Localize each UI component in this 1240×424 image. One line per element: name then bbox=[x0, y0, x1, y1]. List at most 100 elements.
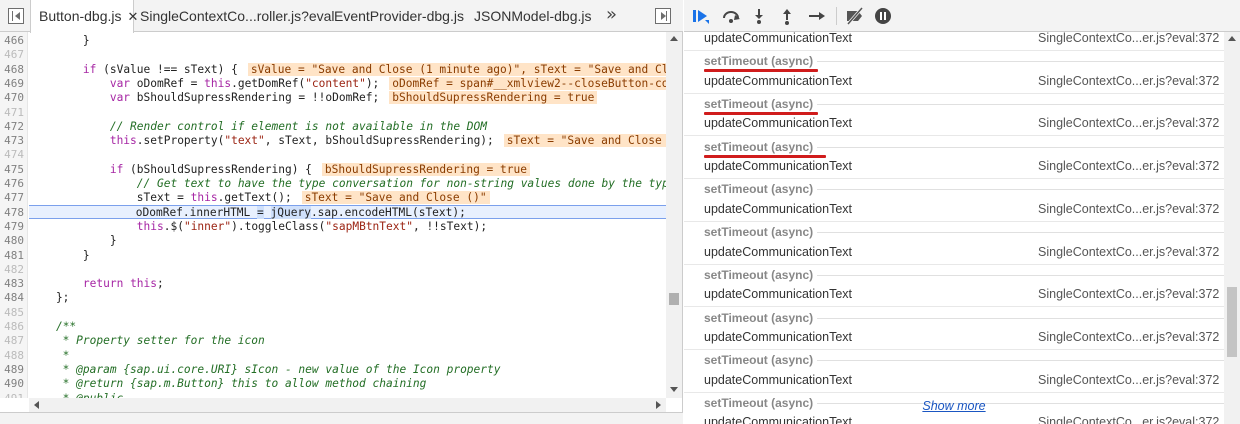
tab-jsonmodel-dbg-js[interactable]: JSONModel-dbg.js bbox=[474, 0, 592, 32]
line-number[interactable]: 480 bbox=[4, 234, 24, 248]
call-frame-location[interactable]: SingleContextCo...er.js?eval:372 bbox=[1038, 74, 1219, 88]
code-line: } bbox=[29, 34, 90, 47]
call-frame[interactable]: updateCommunicationText SingleContextCo..… bbox=[684, 73, 1224, 94]
line-number[interactable]: 485 bbox=[4, 306, 24, 320]
line-number[interactable]: 474 bbox=[4, 148, 24, 162]
async-label: setTimeout (async) bbox=[704, 97, 818, 112]
async-label: setTimeout (async) bbox=[704, 395, 818, 410]
line-number[interactable]: 491 bbox=[4, 392, 24, 399]
line-number[interactable]: 476 bbox=[4, 177, 24, 191]
line-number[interactable]: 487 bbox=[4, 334, 24, 348]
scroll-thumb[interactable] bbox=[1227, 287, 1237, 357]
more-tabs-button[interactable]: » bbox=[606, 0, 617, 30]
scroll-down-arrow-icon[interactable] bbox=[670, 387, 678, 392]
step-icon[interactable] bbox=[806, 6, 828, 26]
call-frame-location[interactable]: SingleContextCo...er.js?eval:372 bbox=[1038, 330, 1219, 344]
call-frame-location[interactable]: SingleContextCo...er.js?eval:372 bbox=[1038, 202, 1219, 216]
editor-horizontal-scrollbar[interactable] bbox=[29, 398, 666, 412]
line-number[interactable]: 477 bbox=[4, 191, 24, 205]
scroll-up-arrow-icon[interactable] bbox=[670, 36, 678, 41]
line-number[interactable]: 469 bbox=[4, 77, 24, 91]
call-frame[interactable]: updateCommunicationText SingleContextCo..… bbox=[684, 372, 1224, 393]
code-line: var oDomRef = this.getDomRef("content");… bbox=[29, 76, 666, 91]
call-frame[interactable]: updateCommunicationText SingleContextCo..… bbox=[684, 286, 1224, 308]
code-line: }; bbox=[29, 291, 70, 305]
tab-button-dbg-js[interactable]: Button-dbg.js ✕ bbox=[30, 0, 138, 33]
debugger-toolbar bbox=[684, 0, 1240, 32]
deactivate-breakpoints-icon[interactable] bbox=[844, 6, 866, 26]
call-frame[interactable]: updateCommunicationText SingleContextCo..… bbox=[684, 201, 1224, 222]
line-number[interactable]: 468 bbox=[4, 63, 24, 77]
code-line: if (bShouldSupressRendering) {bShouldSup… bbox=[29, 162, 666, 177]
scroll-up-arrow-icon[interactable] bbox=[1228, 36, 1236, 41]
scroll-right-arrow-icon[interactable] bbox=[656, 401, 661, 409]
call-frame[interactable]: updateCommunicationText SingleContextCo..… bbox=[684, 115, 1224, 137]
close-icon[interactable]: ✕ bbox=[128, 1, 139, 33]
async-label: setTimeout (async) bbox=[704, 267, 818, 282]
line-number[interactable]: 472 bbox=[4, 120, 24, 134]
code-line: * @return {sap.m.Button} this to allow m… bbox=[29, 377, 427, 391]
editor-vertical-scrollbar[interactable] bbox=[666, 32, 682, 398]
code-line: // Render control if element is not avai… bbox=[109, 119, 488, 133]
async-label: setTimeout (async) bbox=[704, 182, 818, 197]
line-number[interactable]: 467 bbox=[4, 48, 24, 62]
code-line: if (sValue !== sText) {sValue = "Save an… bbox=[29, 62, 666, 77]
line-number[interactable]: 486 bbox=[4, 320, 24, 334]
line-number[interactable]: 482 bbox=[4, 263, 24, 277]
tab-eventprovider-dbg-js[interactable]: EventProvider-dbg.js bbox=[334, 0, 464, 32]
line-number[interactable]: 466 bbox=[4, 34, 24, 48]
line-number[interactable]: 490 bbox=[4, 377, 24, 391]
toggle-debugger-icon[interactable] bbox=[655, 8, 671, 24]
line-number[interactable]: 484 bbox=[4, 291, 24, 305]
call-frame-location[interactable]: SingleContextCo...er.js?eval:372 bbox=[1038, 159, 1219, 173]
async-separator: setTimeout (async) bbox=[684, 222, 1224, 243]
call-frame-function: updateCommunicationText bbox=[704, 116, 852, 131]
call-frame[interactable]: updateCommunicationText SingleContextCo..… bbox=[684, 329, 1224, 350]
tab-singlecontextcontroller[interactable]: SingleContextCo...roller.js?eval bbox=[140, 0, 335, 32]
call-frame[interactable]: updateCommunicationText SingleContextCo..… bbox=[684, 32, 1224, 51]
toggle-navigator-icon[interactable] bbox=[8, 8, 24, 24]
line-number[interactable]: 488 bbox=[4, 349, 24, 363]
line-number[interactable]: 470 bbox=[4, 91, 24, 105]
call-frame[interactable]: updateCommunicationText SingleContextCo..… bbox=[684, 158, 1224, 180]
current-execution-line: oDomRef.innerHTML = jQuery.sap.encodeHTM… bbox=[29, 204, 666, 219]
scroll-thumb[interactable] bbox=[669, 293, 679, 305]
step-into-icon[interactable] bbox=[748, 6, 770, 26]
call-frame[interactable]: updateCommunicationText SingleContextCo..… bbox=[684, 244, 1224, 265]
step-over-icon[interactable] bbox=[720, 6, 742, 26]
line-number[interactable]: 473 bbox=[4, 134, 24, 148]
line-number[interactable]: 479 bbox=[4, 220, 24, 234]
pause-on-exceptions-icon[interactable] bbox=[872, 6, 894, 26]
code-line: * Property setter for the icon bbox=[29, 334, 265, 348]
line-number[interactable]: 483 bbox=[4, 277, 24, 291]
call-frame-location[interactable]: SingleContextCo...er.js?eval:372 bbox=[1038, 373, 1219, 387]
debugger-vertical-scrollbar[interactable] bbox=[1224, 32, 1240, 424]
line-number[interactable]: 478 bbox=[4, 206, 24, 220]
call-frame-function: updateCommunicationText bbox=[704, 329, 852, 344]
toolbar-separator bbox=[836, 7, 837, 25]
resume-icon[interactable] bbox=[690, 6, 712, 26]
line-number[interactable]: 489 bbox=[4, 363, 24, 377]
inline-variable-value: bShouldSupressRendering = true bbox=[389, 91, 598, 105]
line-number[interactable]: 481 bbox=[4, 249, 24, 263]
call-frame-location[interactable]: SingleContextCo...er.js?eval:372 bbox=[1038, 245, 1219, 259]
call-stack-list: updateCommunicationText SingleContextCo..… bbox=[684, 32, 1224, 424]
call-frame-location[interactable]: SingleContextCo...er.js?eval:372 bbox=[1038, 32, 1219, 45]
line-number-gutter[interactable]: 466 467 468 469 470 471 472 473 474 475 476 477 478 4… bbox=[0, 32, 28, 398]
inline-variable-value: sText = "Save and Close ()" bbox=[301, 191, 490, 205]
tab-label: SingleContextCo...roller.js?eval bbox=[140, 8, 335, 24]
inline-variable-value: oDomRef = span#__xmlview2--closeButton-c… bbox=[389, 76, 666, 90]
tab-label: Button-dbg.js bbox=[39, 8, 122, 24]
scroll-left-arrow-icon[interactable] bbox=[34, 401, 39, 409]
code-area[interactable]: } if (sValue !== sText) {sValue = "Save … bbox=[29, 32, 666, 398]
async-separator: setTimeout (async) bbox=[684, 265, 1224, 286]
line-number[interactable]: 475 bbox=[4, 163, 24, 177]
call-frame-location[interactable]: SingleContextCo...er.js?eval:372 bbox=[1038, 287, 1219, 301]
code-line: } bbox=[29, 234, 117, 248]
line-number[interactable]: 471 bbox=[4, 106, 24, 120]
step-out-icon[interactable] bbox=[776, 6, 798, 26]
call-frame-location[interactable]: SingleContextCo...er.js?eval:372 bbox=[1038, 116, 1219, 130]
